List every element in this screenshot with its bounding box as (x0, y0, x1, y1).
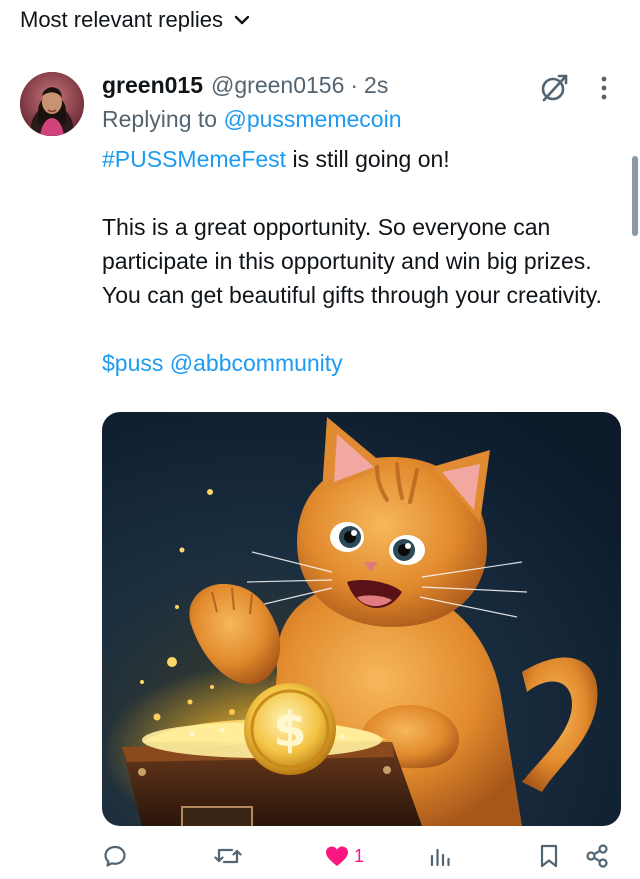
share-icon (586, 844, 608, 868)
sort-dropdown[interactable]: Most relevant replies (20, 4, 251, 36)
reply-line-1: #PUSSMemeFest is still going on! (102, 142, 622, 176)
separator-dot: · (350, 72, 359, 98)
svg-text:$: $ (273, 702, 306, 758)
views-button[interactable] (428, 838, 452, 874)
repost-button[interactable] (214, 838, 242, 874)
replying-prefix: Replying to (102, 106, 218, 132)
cashtag-link[interactable]: $puss (102, 350, 163, 376)
action-bar: 1 (100, 838, 620, 874)
grok-icon[interactable] (538, 72, 570, 104)
author-name[interactable]: green015 (102, 72, 203, 99)
share-button[interactable] (584, 838, 610, 874)
replying-to-link[interactable]: @pussmemecoin (223, 106, 401, 132)
like-button[interactable]: 1 (324, 838, 364, 874)
repost-icon (214, 848, 242, 864)
replying-to: Replying to @pussmemecoin (102, 106, 402, 133)
scrollbar-thumb[interactable] (632, 156, 638, 236)
avatar-image (20, 72, 84, 136)
reply-text: #PUSSMemeFest is still going on! This is… (102, 142, 622, 380)
sort-label: Most relevant replies (20, 7, 223, 32)
reply-paragraph-2: This is a great opportunity. So everyone… (102, 214, 602, 308)
reply-button[interactable] (102, 838, 128, 874)
reply-media-image[interactable]: $ (102, 412, 621, 826)
author-row: green015 @green0156 · 2s (102, 72, 388, 99)
cat-coin-chest-illustration: $ (102, 412, 621, 826)
avatar[interactable] (20, 72, 84, 136)
like-count: 1 (354, 845, 365, 866)
reply-line-1-text: is still going on! (286, 146, 450, 172)
heart-filled-icon (326, 846, 348, 866)
mention-link[interactable]: @abbcommunity (170, 350, 343, 376)
bookmark-button[interactable] (538, 838, 560, 874)
timestamp[interactable]: 2s (364, 72, 388, 99)
bookmark-icon (540, 844, 558, 868)
reply-icon (104, 845, 126, 867)
chevron-down-icon (234, 15, 250, 25)
more-vertical-icon[interactable] (596, 74, 612, 102)
hashtag-link[interactable]: #PUSSMemeFest (102, 146, 286, 172)
views-icon (430, 848, 450, 867)
reply-tags: $puss @abbcommunity (102, 346, 622, 380)
author-handle[interactable]: @green0156 (211, 72, 344, 99)
